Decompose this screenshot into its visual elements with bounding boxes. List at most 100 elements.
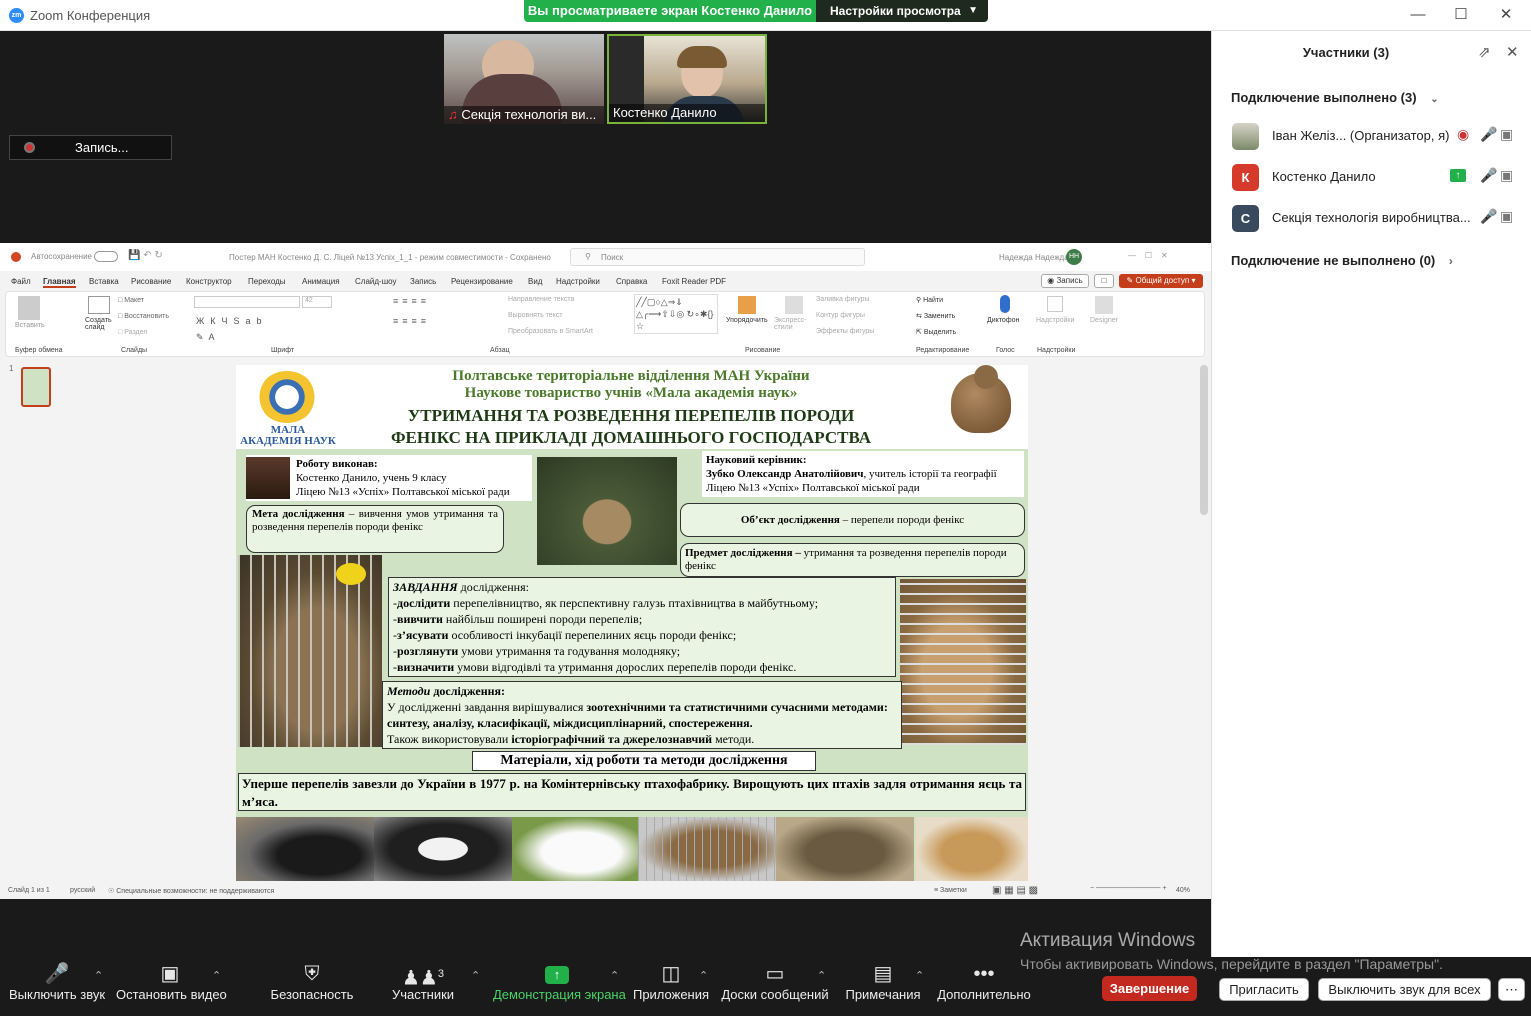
- shapes-gallery[interactable]: ╱╱▢○△⇒⇓ △╭⟶⇧⇩◎ ↻∘✱{}☆: [634, 294, 718, 334]
- shape-effects-item[interactable]: Эффекты фигуры: [816, 328, 874, 335]
- more-options-icon[interactable]: ⋯: [1498, 978, 1525, 1001]
- participant-row[interactable]: Іван Желіз... (Организатор, я) ◉ 🎤 ▣: [1232, 123, 1522, 151]
- align-icons[interactable]: ≡≡≡≡: [393, 316, 430, 326]
- participant-row[interactable]: С Секція технологія виробництва... 🎤 ▣: [1232, 205, 1522, 233]
- slide-thumbnail[interactable]: [21, 367, 51, 407]
- participants-options-icon[interactable]: ⌃: [471, 969, 480, 982]
- video-tile[interactable]: ♫ Секція технологія ви...: [444, 34, 604, 124]
- mic-icon[interactable]: 🎤: [1480, 167, 1497, 184]
- tab-foxit[interactable]: Foxit Reader PDF: [662, 277, 726, 286]
- security-button[interactable]: ⛨ Безопасность: [268, 957, 356, 1016]
- designer-icon[interactable]: [1095, 296, 1113, 314]
- whiteboards-options-icon[interactable]: ⌃: [817, 969, 826, 982]
- tab-transitions[interactable]: Переходы: [248, 277, 286, 286]
- tab-addins[interactable]: Надстройки: [556, 277, 600, 286]
- end-meeting-button[interactable]: Завершение: [1102, 976, 1197, 1001]
- recording-indicator[interactable]: Запись...: [9, 135, 172, 160]
- tab-home[interactable]: Главная: [43, 277, 76, 288]
- text-direction-item[interactable]: Направление текста: [508, 296, 574, 303]
- close-icon[interactable]: ✕: [1491, 4, 1521, 26]
- language[interactable]: русский: [70, 887, 95, 894]
- reset-item[interactable]: □ Восстановить: [118, 313, 169, 320]
- mic-muted-icon[interactable]: 🎤: [1480, 208, 1497, 225]
- not-connected-section[interactable]: Подключение не выполнено (0) ›: [1231, 253, 1453, 268]
- audio-options-icon[interactable]: ⌃: [94, 969, 103, 982]
- find-item[interactable]: ⚲ Найти: [916, 296, 943, 304]
- camera-icon[interactable]: ▣: [1500, 167, 1513, 184]
- zoom-level[interactable]: 40%: [1176, 887, 1190, 894]
- whiteboards-button[interactable]: ▭ Доски сообщений: [720, 957, 830, 1016]
- layout-item[interactable]: □ Макет: [118, 297, 144, 304]
- minimize-icon[interactable]: —: [1403, 4, 1433, 26]
- tab-file[interactable]: Файл: [11, 277, 31, 286]
- addins-icon[interactable]: [1047, 296, 1063, 312]
- notes-button[interactable]: ▤ Примечания: [843, 957, 923, 1016]
- share-screen-button[interactable]: ↑ Демонстрация экрана: [493, 957, 626, 1016]
- autosave-toggle[interactable]: [94, 251, 118, 262]
- tab-help[interactable]: Справка: [616, 277, 647, 286]
- invite-button[interactable]: Пригласить: [1219, 978, 1309, 1001]
- comments-icon[interactable]: □: [1094, 274, 1114, 288]
- smartart-item[interactable]: Преобразовать в SmartArt: [508, 328, 593, 335]
- align-text-item[interactable]: Выровнять текст: [508, 312, 563, 319]
- share-options-icon[interactable]: ⌃: [610, 969, 619, 982]
- notes-button[interactable]: ≡ Заметки: [934, 887, 967, 894]
- tab-review[interactable]: Рецензирование: [451, 277, 513, 286]
- dictate-icon[interactable]: [1000, 295, 1010, 313]
- connected-section[interactable]: Подключение выполнено (3) ⌄: [1231, 90, 1439, 105]
- shape-outline-item[interactable]: Контур фигуры: [816, 312, 865, 319]
- replace-item[interactable]: ⇆ Заменить: [916, 312, 955, 320]
- view-icons[interactable]: ▣ ▦ ▤ ▩: [992, 885, 1038, 896]
- maximize-icon[interactable]: ☐: [1446, 4, 1476, 26]
- stop-video-button[interactable]: ▣ Остановить видео: [116, 957, 227, 1016]
- tab-animations[interactable]: Анимация: [302, 277, 340, 286]
- user-avatar[interactable]: НН: [1066, 249, 1082, 265]
- section-item[interactable]: □ Раздел: [118, 329, 147, 336]
- shape-fill-item[interactable]: Заливка фигуры: [816, 296, 869, 303]
- popout-icon[interactable]: ⇗: [1478, 43, 1491, 61]
- close-panel-icon[interactable]: ✕: [1506, 43, 1519, 61]
- tab-slideshow[interactable]: Слайд-шоу: [355, 277, 396, 286]
- select-item[interactable]: ⇱ Выделить: [916, 328, 956, 336]
- group-slides: Слайды: [121, 347, 148, 354]
- search-box[interactable]: ⚲ Поиск: [570, 248, 865, 266]
- share-button[interactable]: ✎ Общий доступ ▾: [1119, 274, 1203, 288]
- font-format-icons[interactable]: ЖКЧSab: [196, 316, 268, 326]
- zoom-slider[interactable]: − ───────────── +: [1090, 885, 1167, 892]
- more-button[interactable]: ••• Дополнительно: [936, 957, 1032, 1016]
- zoom-logo-icon: zm: [9, 8, 24, 23]
- new-slide-icon[interactable]: [88, 296, 110, 314]
- font-color-icons[interactable]: ✎A: [196, 332, 220, 343]
- mute-all-button[interactable]: Выключить звук для всех: [1318, 978, 1491, 1001]
- tab-insert[interactable]: Вставка: [89, 277, 119, 286]
- video-options-icon[interactable]: ⌃: [212, 969, 221, 982]
- mic-icon[interactable]: 🎤: [1480, 126, 1497, 143]
- tab-draw[interactable]: Рисование: [131, 277, 171, 286]
- poster-slide[interactable]: МАЛА АКАДЕМІЯ НАУК Полтавське територіал…: [236, 365, 1028, 881]
- participants-button[interactable]: ♟♟3 Участники: [386, 957, 460, 1016]
- record-button[interactable]: ◉ Запись: [1041, 274, 1089, 288]
- tab-design[interactable]: Конструктор: [186, 277, 232, 286]
- quick-styles-icon[interactable]: [785, 296, 803, 314]
- video-tile-active[interactable]: Костенко Данило: [607, 34, 767, 124]
- camera-icon[interactable]: ▣: [1500, 208, 1513, 225]
- apps-button[interactable]: ◫ Приложения: [631, 957, 711, 1016]
- font-size-select[interactable]: 42: [302, 296, 332, 308]
- participant-row[interactable]: К Костенко Данило ↑ 🎤 ▣: [1232, 164, 1522, 192]
- mute-button[interactable]: 🎤 Выключить звук: [8, 957, 106, 1016]
- slide-scrollbar[interactable]: [1200, 365, 1208, 515]
- paste-icon[interactable]: [18, 296, 40, 320]
- participant-name: Секція технологія виробництва...: [1272, 210, 1471, 225]
- apps-options-icon[interactable]: ⌃: [699, 969, 708, 982]
- accessibility-status[interactable]: ☉ Специальные возможности: не поддержива…: [108, 887, 274, 895]
- list-icons[interactable]: ≡≡≡≡: [393, 296, 430, 306]
- arrange-icon[interactable]: [738, 296, 756, 314]
- notes-options-icon[interactable]: ⌃: [915, 969, 924, 982]
- quick-access-icons[interactable]: 💾 ↶ ↻: [128, 250, 163, 261]
- font-family-select[interactable]: [194, 296, 300, 308]
- tab-record[interactable]: Запись: [410, 277, 436, 286]
- tab-view[interactable]: Вид: [528, 277, 542, 286]
- camera-icon[interactable]: ▣: [1500, 126, 1513, 143]
- view-settings-button[interactable]: Настройки просмотра ▼: [816, 0, 988, 22]
- ppt-window-controls[interactable]: — ☐ ✕: [1128, 251, 1168, 260]
